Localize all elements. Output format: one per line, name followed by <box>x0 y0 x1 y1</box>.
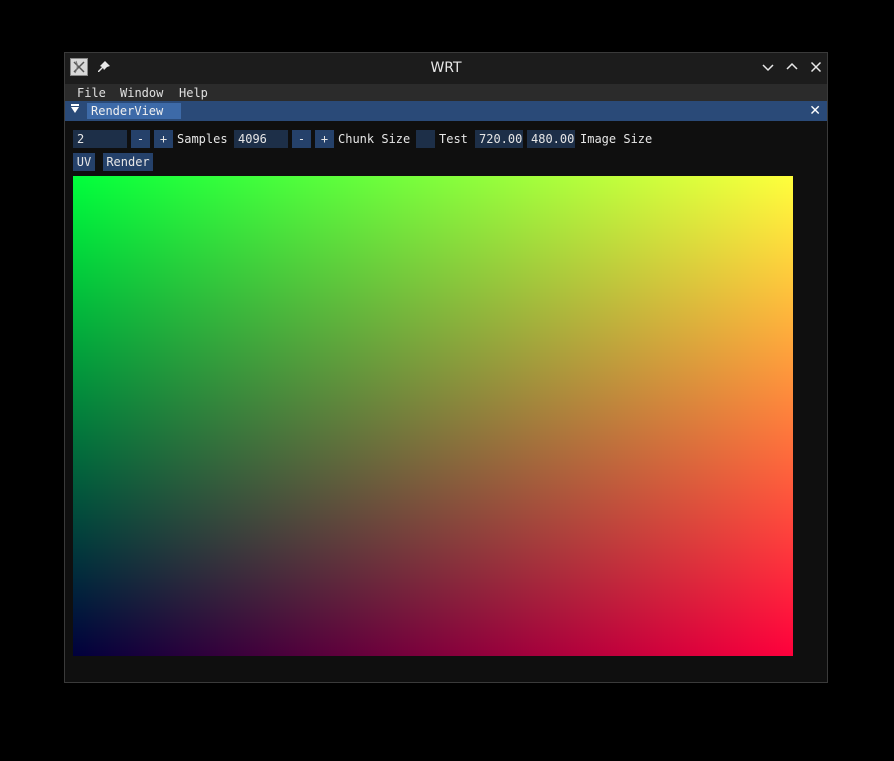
image-height-input[interactable]: 480.000 <box>527 130 575 148</box>
triangle-down-icon[interactable] <box>71 104 79 113</box>
render-panel: 2 - + Samples 4096 - + Chunk Size Test 7… <box>65 121 827 682</box>
image-width-input[interactable]: 720.000 <box>475 130 523 148</box>
chunk-size-label: Chunk Size <box>338 132 411 146</box>
test-checkbox[interactable] <box>416 130 435 148</box>
image-size-label: Image Size <box>580 132 653 146</box>
tab-renderview[interactable]: RenderView <box>87 103 181 119</box>
uv-button[interactable]: UV <box>73 153 95 171</box>
render-output-image <box>73 176 793 656</box>
chevron-up-icon[interactable] <box>784 59 800 75</box>
samples-input[interactable]: 2 <box>73 130 127 148</box>
chunk-size-increment-button[interactable]: + <box>315 130 334 148</box>
menu-bar: File Window Help <box>65 84 827 101</box>
title-bar[interactable]: WRT <box>65 53 827 85</box>
chunk-size-input[interactable]: 4096 <box>234 130 288 148</box>
menu-window[interactable]: Window <box>120 86 163 100</box>
chunk-size-decrement-button[interactable]: - <box>292 130 311 148</box>
app-window: WRT File Window Help RenderView ✕ 2 - + … <box>64 52 828 683</box>
close-icon[interactable] <box>808 59 824 75</box>
close-icon[interactable]: ✕ <box>809 103 821 119</box>
render-button[interactable]: Render <box>103 153 153 171</box>
window-title: WRT <box>430 60 462 76</box>
samples-decrement-button[interactable]: - <box>131 130 150 148</box>
samples-label: Samples <box>177 132 228 146</box>
menu-file[interactable]: File <box>77 86 106 100</box>
samples-increment-button[interactable]: + <box>154 130 173 148</box>
chevron-down-icon[interactable] <box>760 59 776 75</box>
menu-help[interactable]: Help <box>179 86 208 100</box>
dock-tab-bar: RenderView ✕ <box>65 101 827 121</box>
test-label: Test <box>439 132 468 146</box>
